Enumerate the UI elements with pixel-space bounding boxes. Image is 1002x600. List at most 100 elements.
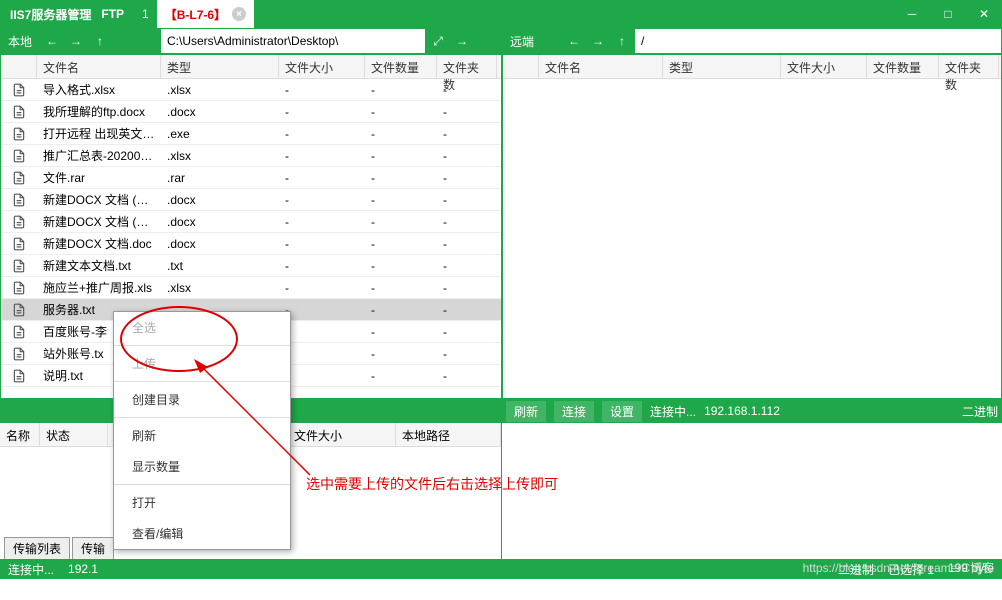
remote-action-bar: 刷新 连接 设置 连接中... 192.168.1.112 二进制 [502,399,1002,423]
file-name: 推广汇总表-20200820 [37,147,161,164]
remote-grid-body[interactable] [503,79,1001,399]
menu-open[interactable]: 打开 [114,487,290,518]
menu-upload[interactable]: 上传 [114,348,290,379]
file-name: 文件.rar [37,169,161,186]
window-controls: ─ □ ✕ [894,0,1002,28]
go-icon[interactable]: → [450,28,474,54]
titlebar: IIS7服务器管理 FTP 1 【B-L7-6】 × ─ □ ✕ [0,0,1002,28]
context-menu: 全选 上传 创建目录 刷新 显示数量 打开 查看/编辑 [113,311,291,550]
file-name: 新建DOCX 文档 (3).d [37,213,161,230]
local-toolbar: 本地 ← → ↑ [0,28,160,54]
file-row[interactable]: 导入格式.xlsx.xlsx--- [1,79,501,101]
file-icon [1,237,37,251]
remote-file-panel: 文件名 类型 文件大小 文件数量 文件夹数 [502,54,1002,399]
file-icon [1,281,37,295]
local-grid-header: 文件名 类型 文件大小 文件数量 文件夹数 [1,55,501,79]
remote-label: 远端 [502,28,562,54]
ip-label: 192.168.1.112 [704,404,780,418]
refresh-button[interactable]: 刷新 [506,401,546,422]
file-type: .docx [161,215,279,229]
file-row[interactable]: 打开远程 出现英文安装.exe--- [1,123,501,145]
app-mode: FTP [101,7,134,21]
file-name: 打开远程 出现英文安装 [37,125,161,142]
col-name[interactable]: 文件名 [37,55,161,78]
close-button[interactable]: ✕ [966,0,1002,28]
tab-log[interactable]: 传输 [72,537,114,559]
file-type: .docx [161,193,279,207]
col-size[interactable]: 文件大小 [279,55,365,78]
file-type: .docx [161,105,279,119]
status-connect: 连接中... [8,561,54,578]
status-selected: 已选择 1 [888,561,934,578]
file-icon [1,303,37,317]
file-icon [1,127,37,141]
settings-button[interactable]: 设置 [602,401,642,422]
file-icon [1,105,37,119]
file-icon [1,171,37,185]
col-sub[interactable]: 文件夹数 [437,55,497,78]
remote-up-icon[interactable]: ↑ [610,28,634,54]
menu-mkdir[interactable]: 创建目录 [114,384,290,415]
menu-select-all[interactable]: 全选 [114,312,290,343]
file-icon [1,193,37,207]
connect-status: 连接中... [650,403,696,420]
remote-toolbar: 远端 ← → ↑ / [502,28,1002,54]
file-row[interactable]: 文件.rar.rar--- [1,167,501,189]
file-name: 我所理解的ftp.docx [37,103,161,120]
expand-icon[interactable]: ⤢ [426,28,450,54]
col-count[interactable]: 文件数量 [365,55,437,78]
status-bar: 连接中... 192.1 二进制 已选择 1 199 byte [0,559,1002,579]
file-name: 导入格式.xlsx [37,81,161,98]
local-path-actions: ⤢ → [426,28,502,54]
remote-back-icon[interactable]: ← [562,28,586,54]
close-tab-icon[interactable]: × [232,7,246,21]
local-path-input[interactable]: C:\Users\Administrator\Desktop\ [160,28,426,54]
file-type: .rar [161,171,279,185]
file-type: .xlsx [161,149,279,163]
file-type: .xlsx [161,83,279,97]
minimize-button[interactable]: ─ [894,0,930,28]
file-type: .txt [161,259,279,273]
menu-view-edit[interactable]: 查看/编辑 [114,518,290,549]
file-icon [1,347,37,361]
tab-queue[interactable]: 传输列表 [4,537,70,559]
tab-1[interactable]: 1 [134,0,157,28]
status-mode: 二进制 [838,561,874,578]
file-row[interactable]: 新建文本文档.txt.txt--- [1,255,501,277]
local-fwd-icon[interactable]: → [64,28,88,54]
status-ip: 192.1 [68,562,98,576]
file-row[interactable]: 新建DOCX 文档 (3).d.docx--- [1,211,501,233]
local-label: 本地 [0,33,40,50]
file-row[interactable]: 新建DOCX 文档 (2).d.docx--- [1,189,501,211]
menu-show-count[interactable]: 显示数量 [114,451,290,482]
file-type: .exe [161,127,279,141]
file-icon [1,325,37,339]
file-row[interactable]: 我所理解的ftp.docx.docx--- [1,101,501,123]
file-row[interactable]: 施应兰+推广周报.xls.xlsx--- [1,277,501,299]
local-up-icon[interactable]: ↑ [88,28,112,54]
file-icon [1,259,37,273]
file-type: .docx [161,237,279,251]
remote-fwd-icon[interactable]: → [586,28,610,54]
file-type: .xlsx [161,281,279,295]
col-type[interactable]: 类型 [161,55,279,78]
path-toolbar: 本地 ← → ↑ C:\Users\Administrator\Desktop\… [0,28,1002,54]
file-row[interactable]: 推广汇总表-20200820.xlsx--- [1,145,501,167]
file-name: 新建DOCX 文档.doc [37,235,161,252]
maximize-button[interactable]: □ [930,0,966,28]
transfer-right[interactable] [502,423,1002,559]
file-icon [1,149,37,163]
tab-active[interactable]: 【B-L7-6】 × [157,0,254,28]
file-name: 新建文本文档.txt [37,257,161,274]
local-back-icon[interactable]: ← [40,28,64,54]
app-title: IIS7服务器管理 [0,6,101,23]
file-name: 新建DOCX 文档 (2).d [37,191,161,208]
remote-path-input[interactable]: / [635,29,1001,53]
file-icon [1,369,37,383]
menu-refresh[interactable]: 刷新 [114,420,290,451]
file-row[interactable]: 新建DOCX 文档.doc.docx--- [1,233,501,255]
status-bytes: 199 byte [948,561,994,578]
file-icon [1,83,37,97]
connect-button[interactable]: 连接 [554,401,594,422]
file-name: 施应兰+推广周报.xls [37,279,161,296]
